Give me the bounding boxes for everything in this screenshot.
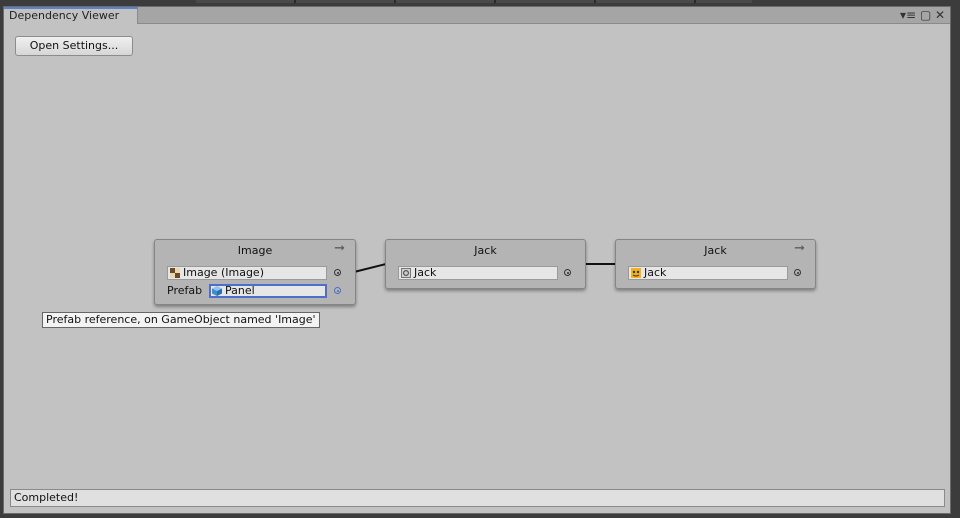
node-field-row: Jack: [394, 265, 579, 281]
graph-node-image[interactable]: Image ➞ Image (Image) Prefab Panel: [154, 239, 356, 305]
dependency-viewer-window: Dependency Viewer ▾≡ ▢ ✕ Open Settings..…: [3, 6, 951, 514]
checker-icon: [170, 268, 180, 278]
output-port[interactable]: [794, 269, 801, 276]
output-port[interactable]: [334, 269, 341, 276]
node-title: Image: [237, 244, 273, 257]
status-bar: Completed!: [10, 489, 945, 507]
gear-icon: [401, 268, 411, 278]
background-window-strip: [196, 0, 752, 3]
field-value: Jack: [414, 266, 437, 279]
prefab-cube-icon: [212, 286, 222, 296]
field-value: Panel: [225, 284, 255, 297]
graph-node-jack-script[interactable]: Jack Jack: [385, 239, 586, 289]
field-label: Prefab: [167, 284, 203, 297]
output-port[interactable]: [564, 269, 571, 276]
arrow-right-icon[interactable]: ➞: [334, 241, 345, 256]
graph-node-jack-sprite[interactable]: Jack ➞ Jack: [615, 239, 816, 289]
node-title: Jack: [704, 244, 727, 257]
object-field-jack[interactable]: Jack: [628, 266, 788, 280]
output-port[interactable]: [334, 287, 341, 294]
node-field-row: Prefab Panel: [163, 283, 349, 299]
node-field-row: Image (Image): [163, 265, 349, 281]
sprite-icon: [631, 268, 641, 278]
wire-image-to-jack: [353, 263, 387, 273]
node-title: Jack: [474, 244, 497, 257]
arrow-right-icon[interactable]: ➞: [794, 241, 805, 256]
field-value: Image (Image): [183, 266, 264, 279]
object-field-prefab[interactable]: Panel: [209, 284, 327, 298]
object-field-image[interactable]: Image (Image): [167, 266, 327, 280]
tooltip: Prefab reference, on GameObject named 'I…: [42, 312, 320, 328]
object-field-jack[interactable]: Jack: [398, 266, 558, 280]
node-field-row: Jack: [624, 265, 809, 281]
field-value: Jack: [644, 266, 667, 279]
